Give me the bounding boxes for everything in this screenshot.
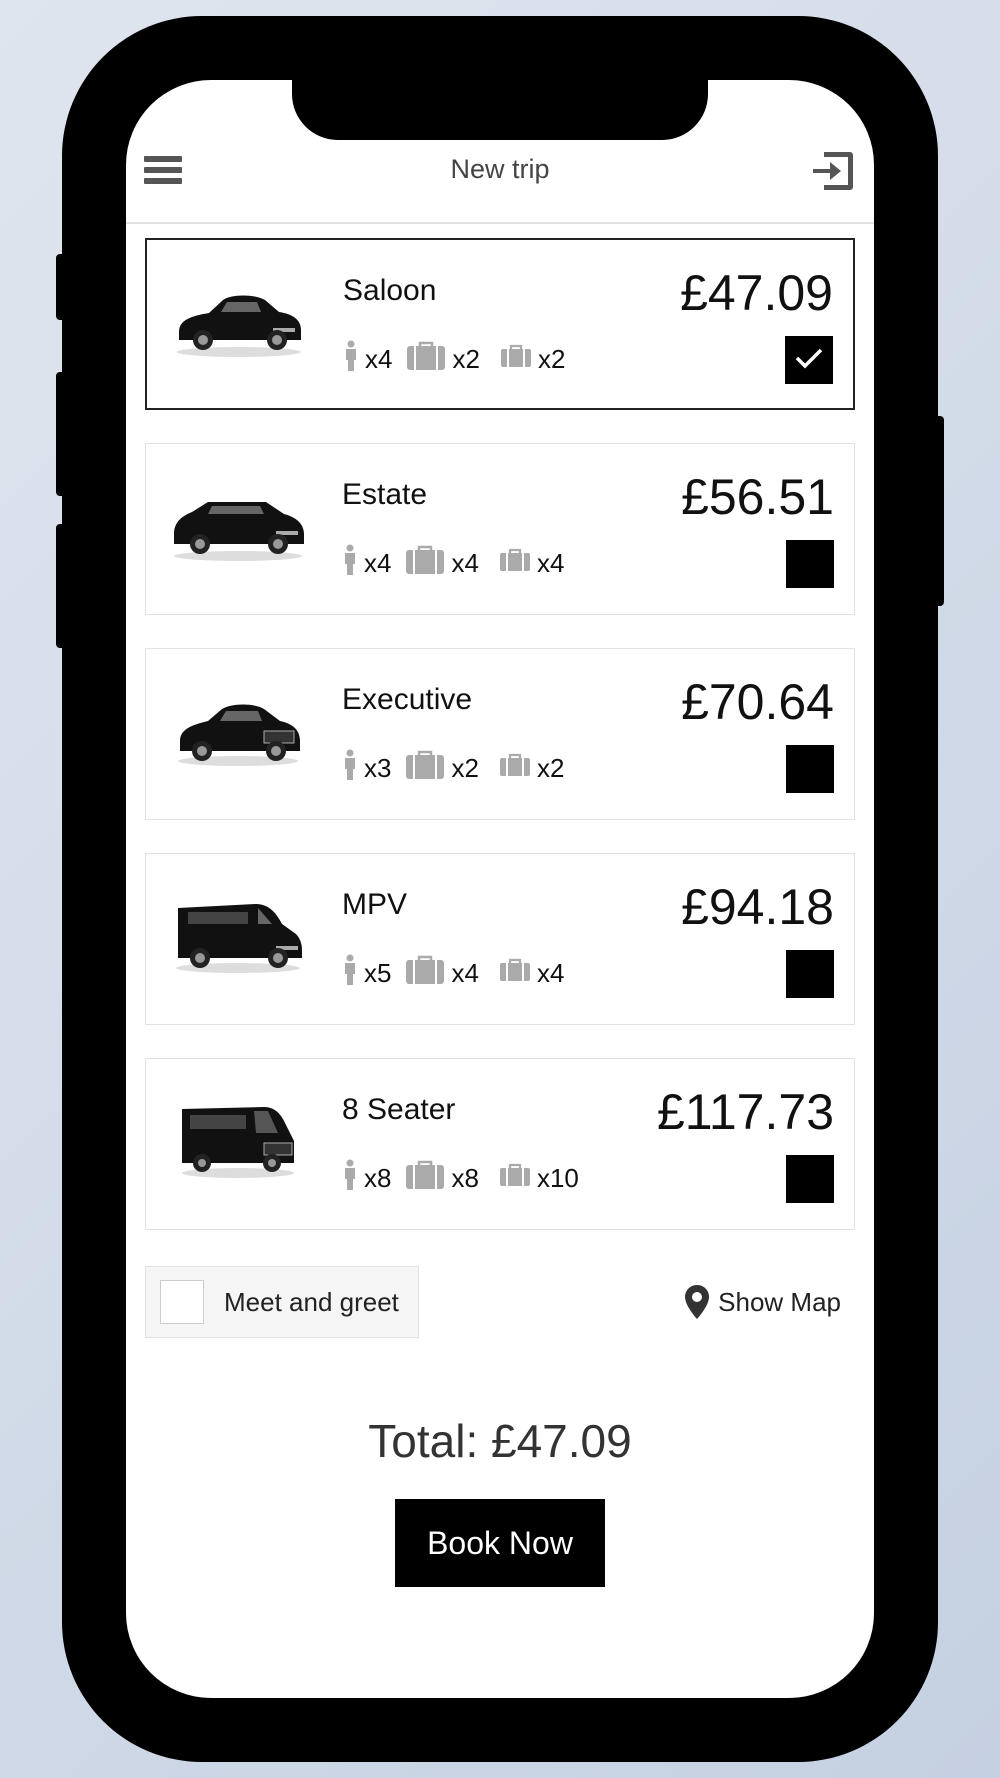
passenger-count: x4 (364, 547, 392, 578)
passenger-count: x8 (364, 1162, 392, 1193)
phone-button-volume-down (56, 524, 66, 648)
vehicle-select-checkbox[interactable] (786, 1155, 834, 1203)
passenger-icon (342, 544, 358, 583)
vehicle-select-checkbox[interactable] (786, 540, 834, 588)
app-screen: New trip Saloon £47.09 x4 x2 x2 Estate £56.51 x… (126, 80, 874, 1698)
car-name: MPV (342, 888, 408, 921)
vehicle-option-8-seater[interactable]: 8 Seater £117.73 x8 x8 x10 (145, 1058, 855, 1230)
car-price: £94.18 (681, 879, 834, 935)
passenger-icon (342, 749, 358, 788)
small-luggage-icon (499, 753, 531, 784)
small-luggage-icon (500, 344, 532, 375)
show-map-button[interactable]: Show Map (684, 1282, 841, 1322)
vehicle-option-executive[interactable]: Executive £70.64 x3 x2 x2 (145, 648, 855, 820)
trip-extras: Meet and greet Show Map (145, 1266, 857, 1342)
passenger-count: x3 (364, 752, 392, 783)
page-title: New trip (450, 154, 550, 184)
car-capacity: x4 x4 x4 (342, 544, 578, 583)
vehicle-list: Saloon £47.09 x4 x2 x2 Estate £56.51 x4 x4 x4 Exec… (145, 238, 857, 1263)
passenger-icon (342, 1159, 358, 1198)
phone-button-mute (56, 254, 66, 320)
show-map-label: Show Map (718, 1286, 841, 1317)
car-name: 8 Seater (342, 1093, 456, 1126)
map-pin-icon (685, 1285, 710, 1319)
car-price: £47.09 (680, 265, 833, 321)
app-header: New trip (126, 140, 874, 224)
car-image (168, 1091, 308, 1181)
car-capacity: x4 x2 x2 (343, 340, 579, 379)
car-price: £56.51 (681, 469, 834, 525)
large-luggage-icon (405, 545, 445, 582)
large-luggage-count: x4 (451, 547, 479, 578)
vehicle-option-mpv[interactable]: MPV £94.18 x5 x4 x4 (145, 853, 855, 1025)
car-name: Saloon (343, 274, 437, 307)
checkmark-icon (794, 346, 824, 375)
meet-and-greet-label: Meet and greet (224, 1287, 399, 1317)
large-luggage-icon (405, 955, 445, 992)
small-luggage-count: x10 (536, 1162, 579, 1193)
car-image (169, 272, 309, 362)
small-luggage-icon (499, 1163, 531, 1194)
meet-and-greet-option[interactable]: Meet and greet (145, 1266, 419, 1338)
vehicle-option-estate[interactable]: Estate £56.51 x4 x4 x4 (145, 443, 855, 615)
large-luggage-count: x2 (451, 752, 479, 783)
car-image (168, 681, 308, 771)
passenger-count: x5 (364, 957, 392, 988)
large-luggage-icon (405, 750, 445, 787)
car-capacity: x8 x8 x10 (342, 1159, 593, 1198)
small-luggage-count: x2 (537, 343, 566, 374)
phone-button-volume-up (56, 372, 66, 496)
small-luggage-icon (499, 958, 531, 989)
phone-notch (292, 80, 708, 140)
passenger-count: x4 (365, 343, 393, 374)
total-price: Total: £47.09 (368, 1415, 632, 1467)
passenger-icon (343, 340, 359, 379)
phone-button-power (934, 416, 944, 606)
car-capacity: x5 x4 x4 (342, 954, 578, 993)
small-luggage-count: x4 (536, 547, 565, 578)
car-image (168, 476, 308, 566)
car-name: Executive (342, 683, 473, 716)
meet-and-greet-checkbox[interactable] (160, 1280, 204, 1324)
book-now-button[interactable]: Book Now (395, 1499, 605, 1587)
sign-out-icon[interactable] (810, 148, 856, 194)
car-price: £117.73 (656, 1084, 834, 1140)
large-luggage-count: x8 (451, 1162, 479, 1193)
large-luggage-count: x2 (452, 343, 480, 374)
vehicle-option-saloon[interactable]: Saloon £47.09 x4 x2 x2 (145, 238, 855, 410)
small-luggage-icon (499, 548, 531, 579)
car-price: £70.64 (681, 674, 834, 730)
car-image (168, 886, 308, 976)
small-luggage-count: x4 (536, 957, 565, 988)
car-name: Estate (342, 478, 428, 511)
passenger-icon (342, 954, 358, 993)
large-luggage-icon (405, 1160, 445, 1197)
car-capacity: x3 x2 x2 (342, 749, 578, 788)
vehicle-select-checkbox[interactable] (786, 745, 834, 793)
large-luggage-icon (406, 341, 446, 378)
vehicle-select-checkbox[interactable] (786, 950, 834, 998)
small-luggage-count: x2 (536, 752, 565, 783)
large-luggage-count: x4 (451, 957, 479, 988)
vehicle-select-checkbox[interactable] (785, 336, 833, 384)
